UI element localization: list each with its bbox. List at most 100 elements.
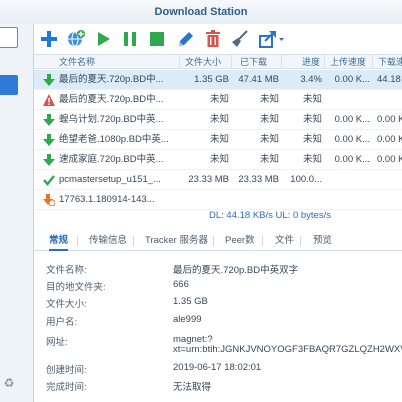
cell-upload [324, 170, 370, 190]
cell-size [179, 190, 229, 210]
tab-divider [77, 236, 78, 246]
cell-downloaded: 未知 [259, 154, 279, 165]
cell-downloaded: 未知 [259, 134, 279, 145]
cell-download: 0.00 K [377, 114, 402, 125]
clear-icon [232, 30, 248, 47]
stop-button[interactable] [145, 27, 169, 51]
sidebar-search-input[interactable] [0, 27, 18, 48]
cell-name: 最后的夏天.720p.BD中... [59, 94, 164, 105]
resume-button[interactable] [91, 27, 115, 51]
sidebar-item-active[interactable] [0, 75, 18, 95]
cell-progress: 3.4% [300, 74, 322, 85]
recycle-icon[interactable]: ♻ [2, 376, 16, 390]
edit-icon [179, 32, 193, 46]
column-header-upload[interactable]: 上传速度 [324, 55, 372, 69]
detail-value-url-hash: xt=urn:btih:JGNKJVNOYOGF3FBAQR7GZLQZH2WX… [173, 344, 402, 355]
delete-button[interactable] [201, 27, 225, 51]
tab-preview[interactable]: 预览 [313, 232, 332, 251]
table-row[interactable]: 最后的夏天.720p.BD中... 1.35 GB 47.41 MB 3.4% … [34, 70, 402, 90]
detail-value-completed: 无法取得 [173, 382, 212, 393]
table-row[interactable]: 速成家庭.720p.BD中英... 未知 未知 未知 0.00 K... 0.0… [34, 150, 402, 170]
transfer-status: DL: 44.18 KB/s UL: 0 bytes/s [209, 210, 331, 221]
detail-value-filename: 最后的夏天.720p.BD中英双字 [173, 265, 299, 276]
detail-label-username: 用户名: [46, 317, 78, 328]
column-header-downloaded[interactable]: 已下载 [231, 55, 281, 69]
share-icon [259, 31, 284, 48]
detail-value-created: 2019-06-17 18:02:01 [173, 362, 262, 373]
cell-name: 17763.1.180914-143... [59, 194, 155, 205]
edit-button[interactable] [174, 27, 198, 51]
cell-downloaded: 47.41 MB [238, 74, 279, 85]
cell-progress: 未知 [302, 94, 322, 105]
detail-label-completed: 完成时间: [46, 382, 87, 393]
clear-button[interactable] [228, 27, 252, 51]
cell-upload: 0.00 K... [334, 154, 370, 165]
app-window: Download Station ♻ 文件名称 文件大小 已下载 进度 上传速度… [0, 0, 402, 402]
cell-size: 未知 [209, 134, 229, 145]
tab-tracker[interactable]: Tracker 服务器 [145, 232, 208, 251]
cell-name: 蝗乌计划.720p.BD中英... [59, 114, 164, 125]
sidebar: ♻ [0, 24, 34, 402]
tab-peers[interactable]: Peer数 [225, 232, 255, 251]
cell-downloaded [231, 190, 279, 210]
tab-transfer[interactable]: 传输信息 [89, 232, 127, 251]
detail-label-destination: 目的地文件夹: [46, 282, 106, 293]
tab-divider [300, 236, 301, 246]
tab-general[interactable]: 常规 [49, 232, 69, 251]
cell-download [377, 190, 402, 210]
table-row[interactable]: 绝望老爸.1080p.BD中英... 未知 未知 未知 0.00 K... 0.… [34, 130, 402, 150]
table-row[interactable]: 蝗乌计划.720p.BD中英... 未知 未知 未知 0.00 K... 0.0… [34, 110, 402, 130]
cell-upload [324, 190, 370, 210]
toolbar [34, 24, 402, 54]
detail-label-filename: 文件名称: [46, 265, 87, 276]
cell-size: 未知 [209, 114, 229, 125]
download-icon [43, 74, 55, 86]
column-header-size[interactable]: 文件大小 [179, 55, 231, 69]
share-button[interactable] [257, 27, 287, 51]
column-header-progress[interactable]: 进度 [281, 55, 324, 69]
detail-tabs: 常规 传输信息 Tracker 服务器 Peer数 文件 预览 [34, 230, 402, 251]
cell-upload: 0.00 K... [334, 74, 370, 85]
detail-label-created: 创建时间: [46, 365, 87, 376]
table-row[interactable]: pcmastersetup_u151_... 23.33 MB 23.33 MB… [34, 170, 402, 190]
waiting-icon [43, 194, 55, 206]
cell-size: 未知 [209, 154, 229, 165]
cell-upload: 0.00 K... [334, 114, 370, 125]
column-header-name[interactable]: 文件名称 [59, 55, 179, 69]
table-header: 文件名称 文件大小 已下载 进度 上传速度 下载速 [34, 54, 402, 69]
cell-progress: 未知 [302, 134, 322, 145]
cell-downloaded: 23.33 MB [238, 174, 279, 185]
cell-download: 44.18 [377, 74, 401, 85]
cell-progress: 未知 [302, 114, 322, 125]
tab-divider [133, 236, 134, 246]
cell-upload: 0.00 K... [334, 134, 370, 145]
cell-download: 0.00 K [377, 134, 402, 145]
cell-size: 1.35 GB [194, 74, 229, 85]
tab-divider [213, 236, 214, 246]
error-icon [43, 94, 55, 106]
complete-icon [43, 175, 55, 186]
tab-divider [262, 236, 263, 246]
table-row[interactable]: 17763.1.180914-143... [34, 190, 402, 210]
add-icon [41, 31, 57, 47]
detail-panel: 文件名称: 最后的夏天.720p.BD中英双字 目的地文件夹: 666 文件大小… [34, 252, 402, 402]
tab-files[interactable]: 文件 [275, 232, 294, 251]
window-title: Download Station [0, 0, 402, 24]
cell-name: 最后的夏天.720p.BD中... [59, 74, 164, 85]
pause-button[interactable] [118, 27, 142, 51]
detail-value-size: 1.35 GB [173, 296, 208, 307]
download-icon [43, 154, 55, 166]
cell-progress: 未知 [302, 154, 322, 165]
cell-downloaded: 未知 [259, 94, 279, 105]
table-row[interactable]: 最后的夏天.720p.BD中... 未知 未知 未知 [34, 90, 402, 110]
cell-size: 23.33 MB [188, 174, 229, 185]
column-header-download[interactable]: 下载速 [372, 55, 402, 69]
add-url-button[interactable] [64, 27, 88, 51]
cell-upload [324, 90, 370, 110]
pause-icon [124, 32, 136, 46]
add-button[interactable] [37, 27, 61, 51]
resume-icon [98, 32, 110, 46]
add-url-icon [68, 30, 85, 47]
cell-download [377, 90, 402, 110]
detail-value-username: ale999 [173, 314, 202, 325]
